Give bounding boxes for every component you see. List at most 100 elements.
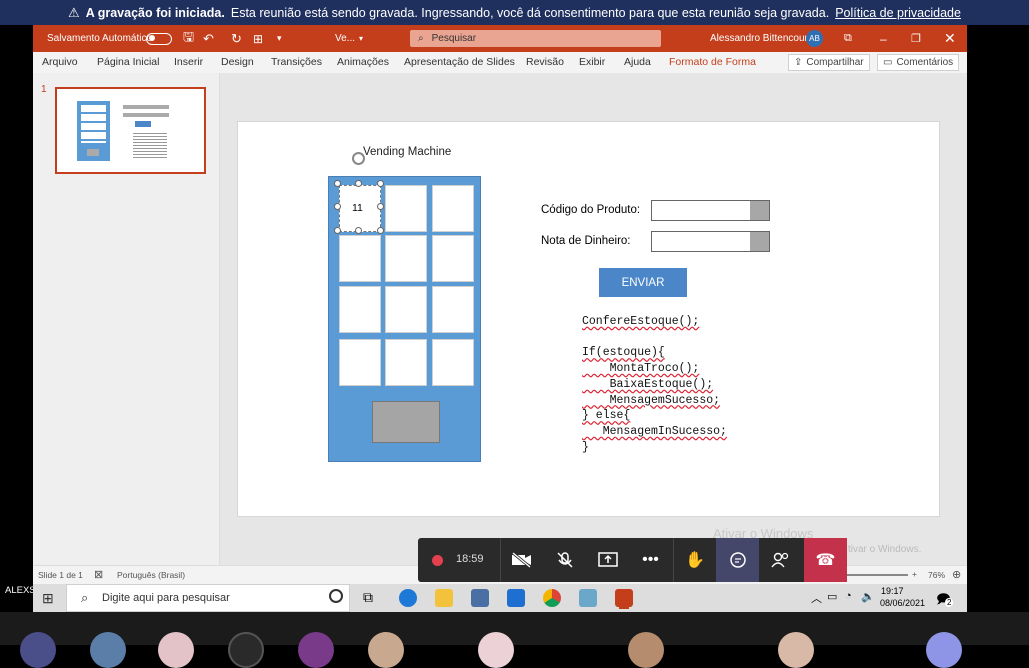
participants-button[interactable] [759, 538, 802, 582]
autosave-label: Salvamento Automático [47, 33, 153, 44]
participant-avatar[interactable] [20, 632, 56, 668]
resize-handle[interactable] [377, 227, 384, 234]
product-cell[interactable] [432, 235, 474, 282]
share-button[interactable]: ⇪ Compartilhar [788, 54, 870, 71]
tab-formato-de-forma[interactable]: Formato de Forma [669, 56, 756, 68]
participant-avatar[interactable] [628, 632, 664, 668]
windows-start-icon[interactable]: ⊞ [42, 590, 54, 607]
undo-icon[interactable]: ↶ [203, 25, 214, 52]
store-icon[interactable] [471, 589, 489, 607]
avatar[interactable]: AB [806, 30, 823, 47]
product-cell[interactable] [385, 339, 427, 386]
cortana-icon[interactable] [329, 589, 343, 603]
wifi-icon[interactable]: ◔ [845, 590, 852, 602]
user-name[interactable]: Alessandro Bittencourt [710, 25, 811, 52]
slide-canvas: Vending Machine 11 Código do Produto: No… [237, 121, 940, 517]
participant-avatar[interactable] [478, 632, 514, 668]
tab-pagina-inicial[interactable]: Página Inicial [97, 56, 159, 68]
resize-handle[interactable] [377, 180, 384, 187]
tab-inserir[interactable]: Inserir [174, 56, 203, 68]
autosave-toggle[interactable] [146, 25, 172, 52]
privacy-link[interactable]: Política de privacidade [835, 6, 961, 20]
product-code-field[interactable] [651, 200, 770, 221]
share-screen-button[interactable] [586, 538, 629, 582]
volume-icon[interactable]: 🔈 [861, 590, 875, 603]
chevron-down-icon[interactable]: ▾ [359, 25, 363, 52]
product-cell[interactable] [339, 286, 381, 333]
resize-handle[interactable] [334, 203, 341, 210]
minimize-icon[interactable]: – [880, 25, 887, 52]
code-line: } [582, 440, 589, 454]
redo-icon[interactable]: ↻ [231, 25, 242, 52]
product-cell[interactable] [432, 286, 474, 333]
rotate-handle-icon[interactable] [352, 152, 365, 165]
app-icon[interactable] [579, 589, 597, 607]
ribbon-display-icon[interactable]: ⧉ [844, 25, 852, 52]
product-cell[interactable] [385, 235, 427, 282]
tab-design[interactable]: Design [221, 56, 254, 68]
chrome-icon[interactable] [543, 589, 561, 607]
tab-apresentacao[interactable]: Apresentação de Slides [404, 56, 515, 68]
resize-handle[interactable] [355, 180, 362, 187]
raise-hand-button[interactable]: ✋ [673, 538, 716, 582]
clock-time[interactable]: 19:17 [881, 586, 904, 596]
tab-ajuda[interactable]: Ajuda [624, 56, 651, 68]
camera-off-button[interactable] [500, 538, 543, 582]
more-options-icon[interactable]: ••• [629, 538, 672, 582]
mail-icon[interactable] [507, 589, 525, 607]
edge-icon[interactable] [399, 589, 417, 607]
customize-icon[interactable]: ▾ [277, 25, 282, 52]
file-explorer-icon[interactable] [435, 589, 453, 607]
resize-handle[interactable] [334, 180, 341, 187]
accessibility-icon[interactable]: ⊠ [94, 568, 103, 581]
tab-revisao[interactable]: Revisão [526, 56, 564, 68]
participant-avatar[interactable] [368, 632, 404, 668]
participant-avatar[interactable] [158, 632, 194, 668]
tab-animacoes[interactable]: Animações [337, 56, 389, 68]
participant-avatar[interactable] [778, 632, 814, 668]
code-block[interactable]: ConfereEstoque(); If(estoque){ MontaTroc… [582, 314, 727, 455]
tab-exibir[interactable]: Exibir [579, 56, 605, 68]
zoom-in-icon[interactable]: + [912, 569, 917, 579]
document-name[interactable]: Ve... [335, 25, 355, 52]
product-cell[interactable] [432, 185, 474, 232]
product-cell-selected[interactable]: 11 [339, 185, 381, 232]
participant-avatar[interactable] [228, 632, 264, 668]
participant-avatar[interactable] [90, 632, 126, 668]
chat-button[interactable] [716, 538, 759, 582]
restore-icon[interactable]: ❐ [911, 25, 921, 52]
slide-title[interactable]: Vending Machine [363, 146, 451, 158]
product-cell[interactable] [385, 185, 427, 232]
fit-slide-icon[interactable]: ⊕ [952, 568, 961, 581]
resize-handle[interactable] [377, 203, 384, 210]
taskbar-search[interactable]: ⌕ Digite aqui para pesquisar [66, 584, 350, 612]
present-icon[interactable]: ⊞ [253, 25, 263, 52]
product-cell[interactable] [385, 286, 427, 333]
product-cell[interactable] [339, 235, 381, 282]
vending-machine[interactable]: 11 [328, 176, 481, 462]
participant-avatar[interactable] [926, 632, 962, 668]
battery-icon[interactable]: ▭ [827, 590, 837, 603]
mute-button[interactable] [543, 538, 586, 582]
money-note-field[interactable] [651, 231, 770, 252]
send-button[interactable]: ENVIAR [599, 268, 687, 297]
close-icon[interactable]: ✕ [944, 25, 956, 52]
task-view-icon[interactable]: ⧉ [363, 589, 373, 606]
tab-arquivo[interactable]: Arquivo [42, 56, 78, 68]
participant-avatar[interactable] [298, 632, 334, 668]
resize-handle[interactable] [334, 227, 341, 234]
product-cell[interactable] [339, 339, 381, 386]
powerpoint-icon[interactable] [615, 589, 633, 607]
resize-handle[interactable] [355, 227, 362, 234]
hang-up-button[interactable]: ☎ [804, 538, 847, 582]
tab-transicoes[interactable]: Transições [271, 56, 322, 68]
zoom-level[interactable]: 76% [928, 570, 945, 580]
comments-button[interactable]: ▭ Comentários [877, 54, 960, 71]
search-box[interactable]: ⌕ Pesquisar [410, 30, 661, 47]
language[interactable]: Português (Brasil) [117, 570, 185, 580]
clock-date[interactable]: 08/06/2021 [880, 598, 925, 608]
chevron-up-icon[interactable]: ︿ [811, 590, 822, 606]
slide-thumbnail[interactable] [55, 87, 206, 174]
product-cell[interactable] [432, 339, 474, 386]
save-icon[interactable]: 🖫 [183, 25, 194, 52]
